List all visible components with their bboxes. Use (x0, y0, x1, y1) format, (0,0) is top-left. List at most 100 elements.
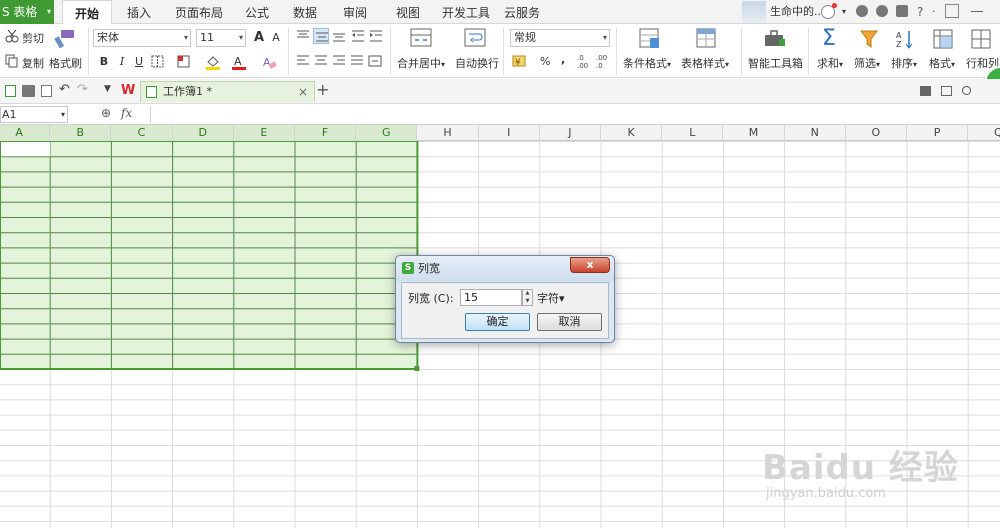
dialog-titlebar[interactable]: S 列宽 x (396, 256, 614, 281)
function-icon[interactable]: fx (121, 106, 132, 120)
conditional-format-icon[interactable] (639, 28, 661, 50)
align-center-icon[interactable] (314, 55, 328, 67)
filter-button[interactable]: 筛选▾ (854, 55, 880, 71)
justify-icon[interactable] (350, 55, 364, 67)
fill-color-icon[interactable] (205, 54, 221, 70)
print-icon[interactable] (22, 85, 35, 97)
borders-icon[interactable] (151, 55, 165, 69)
column-header-m[interactable]: M (723, 125, 785, 141)
merge-center-icon[interactable] (410, 28, 432, 48)
close-icon[interactable]: × (298, 82, 308, 102)
app-menu-button[interactable]: S 表格 ▾ (0, 0, 54, 24)
copy-icon[interactable] (5, 54, 19, 68)
comma-button[interactable]: , (561, 53, 565, 66)
tab-insert[interactable]: 插入 (116, 0, 162, 24)
row-col-icon[interactable] (971, 29, 993, 49)
toolbox-icon[interactable] (763, 30, 787, 48)
fill-handle[interactable] (414, 366, 420, 371)
sum-button[interactable]: 求和▾ (817, 55, 843, 71)
restore-icon[interactable] (945, 4, 959, 18)
arrow-up-icon[interactable]: ▲ (523, 290, 532, 297)
minimize-ribbon-icon[interactable]: · (932, 0, 936, 24)
chevron-down-icon[interactable]: ▾ (842, 0, 846, 24)
cancel-button[interactable]: 取消 (537, 313, 602, 331)
print-preview-icon[interactable] (41, 85, 52, 97)
format-icon[interactable] (933, 29, 953, 49)
chevron-down-icon[interactable]: ▼ (104, 84, 111, 94)
active-cell[interactable] (1, 142, 51, 157)
table-style-icon[interactable] (696, 28, 718, 50)
redo-icon[interactable]: ↷ (77, 82, 88, 97)
format-painter-button[interactable]: 格式刷 (49, 55, 82, 71)
wrap-text-button[interactable]: 自动换行 (455, 55, 499, 71)
tab-review[interactable]: 审阅 (332, 0, 378, 24)
distribute-icon[interactable] (368, 55, 382, 67)
document-tab[interactable]: 工作簿1 * × (140, 81, 315, 102)
tab-home[interactable]: 开始 (62, 0, 112, 25)
bold-button[interactable]: B (96, 54, 112, 70)
view-icon[interactable] (920, 86, 931, 96)
align-bottom-icon[interactable] (332, 30, 346, 42)
font-name-select[interactable]: 宋体 ▾ (93, 29, 191, 47)
column-header-f[interactable]: F (295, 125, 357, 141)
underline-button[interactable]: U (131, 54, 147, 70)
clear-format-icon[interactable]: A (261, 54, 277, 70)
conditional-format-button[interactable]: 条件格式▾ (623, 55, 671, 71)
column-header-n[interactable]: N (785, 125, 846, 141)
align-right-icon[interactable] (332, 55, 346, 67)
help-icon[interactable]: ? (917, 0, 923, 24)
indent-increase-icon[interactable] (369, 30, 383, 42)
tab-developer[interactable]: 开发工具 (437, 0, 495, 24)
unit-select[interactable]: 字符▾ (537, 290, 565, 306)
merge-center-button[interactable]: 合并居中▾ (397, 55, 445, 71)
column-header-g[interactable]: G (356, 125, 418, 141)
new-file-icon[interactable] (5, 85, 16, 97)
skin-icon[interactable] (856, 5, 868, 17)
column-header-b[interactable]: B (50, 125, 112, 141)
increase-decimal-icon[interactable]: .0.00 (576, 53, 590, 69)
sort-icon[interactable]: AZ (895, 29, 915, 49)
currency-icon[interactable]: ¥ (512, 55, 528, 69)
align-middle-icon[interactable] (313, 28, 329, 44)
column-header-d[interactable]: D (172, 125, 234, 141)
toolbox-button[interactable]: 智能工具箱 (748, 55, 803, 71)
wrap-text-icon[interactable] (464, 28, 486, 48)
user-name[interactable]: 生命中的... (770, 0, 825, 24)
column-header-j[interactable]: J (540, 125, 601, 141)
tab-view[interactable]: 视图 (385, 0, 431, 24)
tab-data[interactable]: 数据 (282, 0, 328, 24)
arrow-down-icon[interactable]: ▼ (523, 298, 532, 305)
percent-button[interactable]: % (540, 55, 550, 68)
copy-button[interactable]: 复制 (22, 55, 44, 71)
column-header-i[interactable]: I (479, 125, 540, 141)
add-tab-icon[interactable]: + (316, 80, 329, 99)
settings-icon[interactable] (876, 5, 888, 17)
number-format-select[interactable]: 常规 ▾ (510, 29, 610, 47)
filter-icon[interactable] (860, 29, 878, 49)
sum-icon[interactable]: Σ (822, 26, 836, 51)
column-width-stepper[interactable]: ▲ ▼ (522, 289, 533, 306)
format-painter-icon[interactable] (54, 28, 76, 50)
column-header-o[interactable]: O (846, 125, 907, 141)
column-header-c[interactable]: C (111, 125, 173, 141)
wps-logo-icon[interactable]: W (121, 83, 135, 98)
zoom-icon[interactable]: ⊕ (101, 106, 111, 120)
name-box[interactable]: A1 ▾ (0, 106, 68, 123)
avatar[interactable] (742, 1, 766, 23)
align-left-icon[interactable] (296, 55, 310, 67)
tab-cloud[interactable]: 云服务 (498, 0, 546, 24)
search-icon[interactable] (962, 86, 971, 95)
table-style-button[interactable]: 表格样式▾ (681, 55, 729, 71)
tab-page-layout[interactable]: 页面布局 (166, 0, 232, 24)
formula-input[interactable] (150, 106, 1000, 123)
scissors-icon[interactable] (5, 29, 19, 43)
undo-icon[interactable]: ↶ (59, 82, 70, 97)
minimize-icon[interactable] (971, 11, 983, 12)
column-header-p[interactable]: P (907, 125, 969, 141)
font-color-icon[interactable]: A (231, 54, 247, 70)
decrease-decimal-icon[interactable]: .00.0 (595, 53, 609, 69)
column-header-q[interactable]: Q (968, 125, 1000, 141)
align-top-icon[interactable] (296, 30, 310, 42)
cell-style-icon[interactable] (177, 55, 191, 69)
italic-button[interactable]: I (114, 54, 130, 70)
